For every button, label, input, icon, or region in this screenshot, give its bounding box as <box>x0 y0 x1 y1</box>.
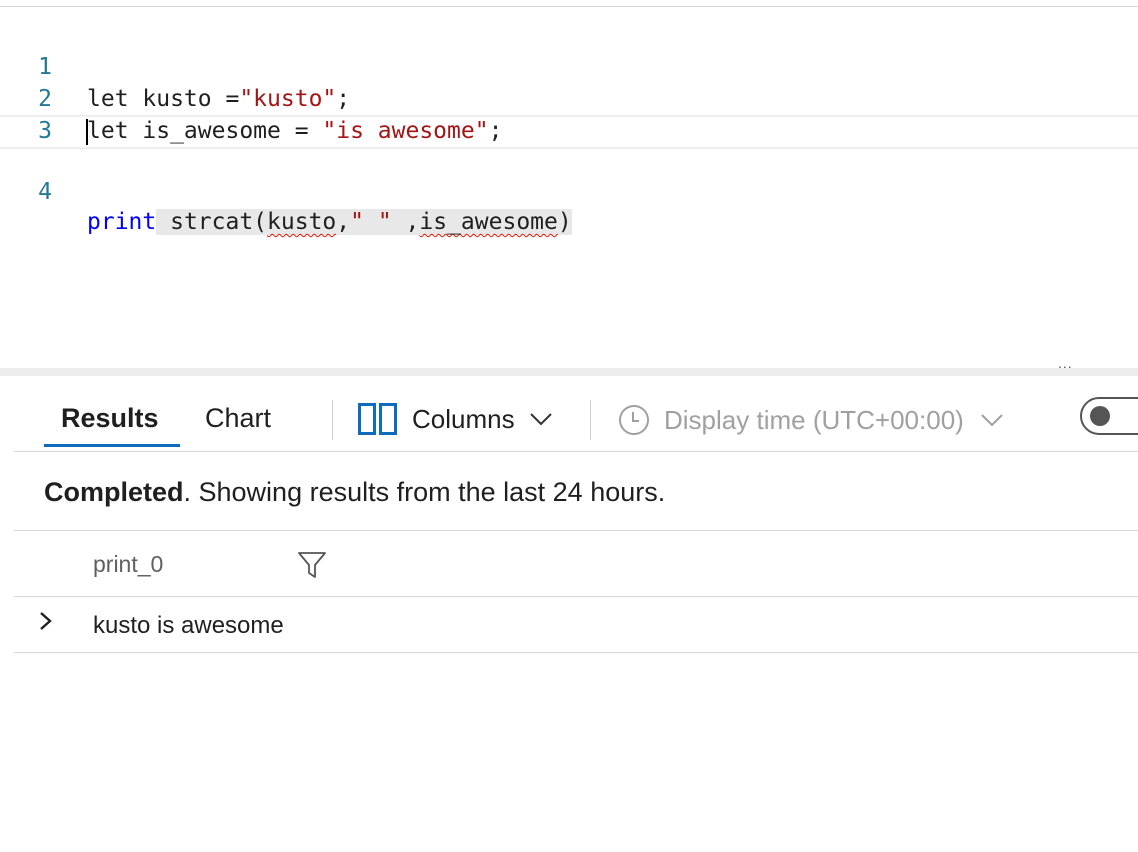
editor-line-3[interactable]: 3 <box>0 83 1138 144</box>
filter-icon[interactable] <box>297 550 327 580</box>
results-toolbar: Results Chart Columns Display time (UTC+… <box>14 376 1138 452</box>
columns-icon <box>358 403 397 435</box>
chevron-down-icon <box>981 414 1003 427</box>
editor-line-2[interactable]: 2 let is_awesome = "is awesome"; <box>0 51 1138 144</box>
chevron-down-icon <box>529 413 552 426</box>
query-editor[interactable]: 1 let kusto ="kusto"; 2 let is_awesome =… <box>0 7 1138 368</box>
editor-line-1[interactable]: 1 let kusto ="kusto"; <box>0 19 1138 112</box>
display-time-dropdown[interactable]: Display time (UTC+00:00) <box>618 402 1004 438</box>
error-token-is-awesome: is_awesome <box>419 209 558 235</box>
tab-chart[interactable]: Chart <box>205 402 271 434</box>
status-state: Completed <box>44 477 184 507</box>
status-message: . Showing results from the last 24 hours… <box>183 477 666 507</box>
code-token: strcat( <box>156 209 268 235</box>
code-text[interactable]: print strcat(kusto," " ,is_awesome) <box>87 207 572 237</box>
toolbar-divider <box>590 400 591 440</box>
chevron-right-icon[interactable] <box>38 610 54 632</box>
code-token: , <box>391 209 420 235</box>
column-header-print-0[interactable]: print_0 <box>93 549 163 579</box>
toolbar-divider <box>332 400 333 440</box>
line-number: 4 <box>38 179 52 205</box>
row-divider <box>14 652 1138 653</box>
pane-splitter[interactable] <box>0 368 1138 376</box>
code-token: , <box>336 209 351 235</box>
table-cell[interactable]: kusto is awesome <box>93 610 284 642</box>
string-literal: " " <box>350 209 392 235</box>
tab-results[interactable]: Results <box>61 402 159 434</box>
text-cursor <box>86 119 88 145</box>
divider <box>14 530 1138 531</box>
code-token: ) <box>557 209 572 235</box>
toggle-knob <box>1090 406 1110 426</box>
active-tab-indicator <box>44 444 180 447</box>
columns-button[interactable]: Columns <box>358 402 553 436</box>
editor-line-4[interactable]: 4 print strcat(kusto," " ,is_awesome) <box>0 115 1138 235</box>
columns-label: Columns <box>412 403 515 434</box>
query-status: Completed. Showing results from the last… <box>44 475 665 509</box>
error-token-kusto: kusto <box>267 209 337 235</box>
toggle-switch[interactable] <box>1080 397 1138 435</box>
more-options-button[interactable]: ... <box>1058 356 1073 370</box>
display-time-label: Display time (UTC+00:00) <box>664 404 964 435</box>
clock-icon <box>619 405 649 435</box>
header-divider <box>14 596 1138 597</box>
keyword-print: print <box>87 209 157 235</box>
